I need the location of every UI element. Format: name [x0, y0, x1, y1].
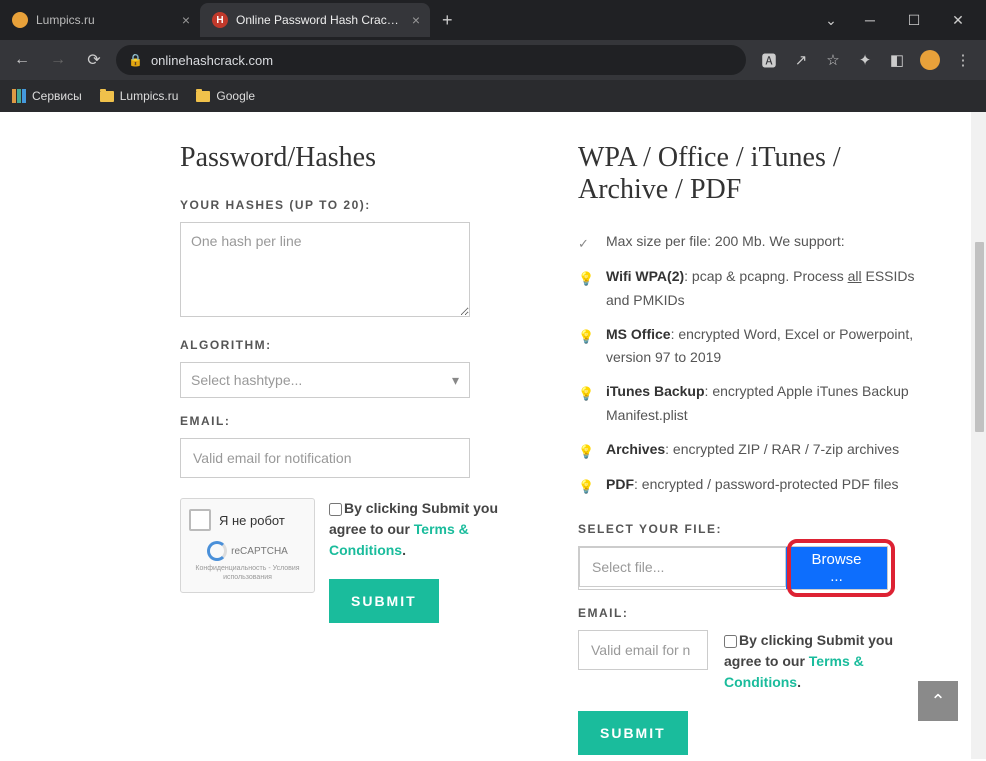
email-input-right[interactable] [578, 630, 708, 670]
bulb-icon: 💡 [578, 473, 594, 498]
check-icon: ✓ [578, 230, 594, 255]
close-icon[interactable]: × [412, 12, 420, 28]
recaptcha-widget[interactable]: Я не робот reCAPTCHA Конфиденциальность … [180, 498, 315, 593]
close-window-button[interactable]: ✕ [938, 5, 978, 35]
lock-icon: 🔒 [128, 53, 143, 67]
favicon-orange-icon [12, 12, 28, 28]
grid-icon [12, 89, 26, 103]
menu-icon[interactable]: ⋮ [954, 51, 972, 69]
address-bar: ← → ⟳ 🔒 onlinehashcrack.com 🅰 ↗ ☆ ✦ ◧ ⋮ [0, 40, 986, 80]
share-icon[interactable]: ↗ [792, 51, 810, 69]
bulb-icon: 💡 [578, 380, 594, 428]
bulb-icon: 💡 [578, 323, 594, 371]
folder-icon [100, 91, 114, 102]
select-file-label: SELECT YOUR FILE: [578, 522, 926, 536]
recaptcha-label: Я не робот [219, 513, 285, 528]
list-item: 💡MS Office: encrypted Word, Excel or Pow… [578, 323, 926, 371]
translate-icon[interactable]: 🅰 [760, 51, 778, 69]
bookmark-services[interactable]: Сервисы [12, 89, 82, 103]
forward-button[interactable]: → [44, 46, 72, 74]
hashes-textarea[interactable] [180, 222, 470, 317]
star-icon[interactable]: ☆ [824, 51, 842, 69]
url-box[interactable]: 🔒 onlinehashcrack.com [116, 45, 746, 75]
close-icon[interactable]: × [182, 12, 190, 28]
back-button[interactable]: ← [8, 46, 36, 74]
wpa-office-section: WPA / Office / iTunes / Archive / PDF ✓M… [578, 142, 926, 755]
recaptcha-privacy[interactable]: Конфиденциальность - Условия использован… [189, 564, 306, 582]
terms-text: By clicking Submit you agree to our Term… [724, 630, 926, 693]
bookmark-google[interactable]: Google [196, 89, 255, 103]
file-input[interactable] [579, 547, 786, 587]
terms-checkbox[interactable] [724, 635, 737, 648]
terms-checkbox[interactable] [329, 503, 342, 516]
side-panel-icon[interactable]: ◧ [888, 51, 906, 69]
email-label: EMAIL: [578, 606, 926, 620]
profile-avatar-icon[interactable] [920, 50, 940, 70]
scroll-top-button[interactable]: ⌃ [918, 681, 958, 721]
minimize-button[interactable]: ─ [850, 5, 890, 35]
list-item: ✓Max size per file: 200 Mb. We support: [578, 230, 926, 255]
maximize-button[interactable]: ☐ [894, 5, 934, 35]
folder-icon [196, 91, 210, 102]
reload-button[interactable]: ⟳ [80, 46, 108, 74]
tab-onlinehashcrack[interactable]: H Online Password Hash Crack - M × [200, 3, 430, 37]
scrollbar-thumb[interactable] [975, 242, 984, 432]
browser-titlebar: Lumpics.ru × H Online Password Hash Crac… [0, 0, 986, 40]
email-input[interactable] [180, 438, 470, 478]
chevron-down-icon[interactable]: ⌄ [816, 5, 846, 35]
url-text: onlinehashcrack.com [151, 53, 273, 68]
submit-button-right[interactable]: SUBMIT [578, 711, 688, 755]
terms-text: By clicking Submit you agree to our Term… [329, 498, 528, 561]
file-row: Browse ... [578, 546, 888, 590]
heading-password-hashes: Password/Hashes [180, 142, 528, 174]
list-item: 💡iTunes Backup: encrypted Apple iTunes B… [578, 380, 926, 428]
browse-button[interactable]: Browse ... [786, 547, 887, 589]
email-label: EMAIL: [180, 414, 528, 428]
recaptcha-checkbox[interactable] [189, 509, 211, 531]
recaptcha-logo-icon [207, 541, 227, 561]
tab-title: Online Password Hash Crack - M [236, 13, 404, 27]
list-item: 💡PDF: encrypted / password-protected PDF… [578, 473, 926, 498]
extensions-icon[interactable]: ✦ [856, 51, 874, 69]
list-item: 💡Archives: encrypted ZIP / RAR / 7-zip a… [578, 438, 926, 463]
heading-wpa-office: WPA / Office / iTunes / Archive / PDF [578, 142, 926, 206]
page-content: Password/Hashes YOUR HASHES (UP TO 20): … [0, 112, 986, 761]
bookmarks-bar: Сервисы Lumpics.ru Google [0, 80, 986, 112]
algorithm-label: ALGORITHM: [180, 338, 528, 352]
list-item: 💡Wifi WPA(2): pcap & pcapng. Process all… [578, 265, 926, 313]
tab-lumpics[interactable]: Lumpics.ru × [0, 3, 200, 37]
features-list: ✓Max size per file: 200 Mb. We support: … [578, 230, 926, 498]
bookmark-lumpics[interactable]: Lumpics.ru [100, 89, 179, 103]
algorithm-select[interactable]: Select hashtype... [180, 362, 470, 398]
bulb-icon: 💡 [578, 438, 594, 463]
password-hashes-section: Password/Hashes YOUR HASHES (UP TO 20): … [180, 142, 528, 755]
tab-title: Lumpics.ru [36, 13, 174, 27]
hashes-label: YOUR HASHES (UP TO 20): [180, 198, 528, 212]
bulb-icon: 💡 [578, 265, 594, 313]
submit-button[interactable]: SUBMIT [329, 579, 439, 623]
new-tab-button[interactable]: + [430, 10, 465, 31]
favicon-h-icon: H [212, 12, 228, 28]
scrollbar[interactable] [971, 112, 986, 759]
